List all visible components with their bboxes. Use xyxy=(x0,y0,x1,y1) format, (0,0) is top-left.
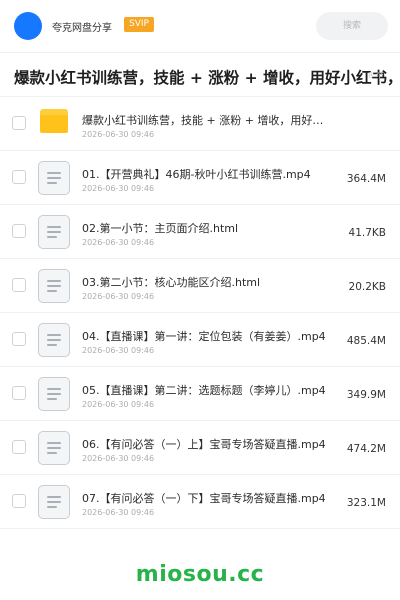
document-icon xyxy=(38,377,70,411)
file-row[interactable]: 03.第二小节：核心功能区介绍.html 2026-06-30 09:46 20.2… xyxy=(0,259,400,313)
page-title: 爆款小红书训练营，技能 + 涨粉 + 增收，用好小红书，做你 xyxy=(14,69,400,87)
file-size: 349.9M xyxy=(346,389,386,401)
file-size: 364.4M xyxy=(346,173,386,185)
file-date: 2026-06-30 09:46 xyxy=(82,400,155,409)
document-icon xyxy=(38,323,70,357)
folder-icon xyxy=(40,109,68,133)
file-name[interactable]: 05.【直播课】第二讲：选题标题（李婷儿）.mp4 xyxy=(82,382,332,398)
file-name[interactable]: 爆款小红书训练营，技能 + 涨粉 + 增收，用好小… xyxy=(82,112,332,128)
file-date: 2026-06-30 09:46 xyxy=(82,292,155,301)
file-name[interactable]: 04.【直播课】第一讲：定位包装（有姜姜）.mp4 xyxy=(82,328,332,344)
file-list: 爆款小红书训练营，技能 + 涨粉 + 增收，用好小… 2026-06-30 09:… xyxy=(0,97,400,529)
document-icon xyxy=(38,485,70,519)
select-checkbox[interactable] xyxy=(12,278,26,292)
file-name[interactable]: 02.第一小节：主页面介绍.html xyxy=(82,220,332,236)
select-checkbox[interactable] xyxy=(12,494,26,508)
select-checkbox[interactable] xyxy=(12,440,26,454)
select-checkbox[interactable] xyxy=(12,170,26,184)
select-checkbox[interactable] xyxy=(12,386,26,400)
file-row[interactable]: 02.第一小节：主页面介绍.html 2026-06-30 09:46 41.7KB xyxy=(0,205,400,259)
share-header: 夸克网盘分享 SVIP 搜索 xyxy=(0,0,400,52)
file-name[interactable]: 06.【有问必答（一）上】宝哥专场答疑直播.mp4 xyxy=(82,436,332,452)
document-icon xyxy=(38,215,70,249)
file-date: 2026-06-30 09:46 xyxy=(82,238,155,247)
file-size: 323.1M xyxy=(346,497,386,509)
select-checkbox[interactable] xyxy=(12,116,26,130)
file-name[interactable]: 03.第二小节：核心功能区介绍.html xyxy=(82,274,332,290)
title-bar: 爆款小红书训练营，技能 + 涨粉 + 增收，用好小红书，做你 8 个 xyxy=(0,52,400,97)
file-name[interactable]: 07.【有问必答（一）下】宝哥专场答疑直播.mp4 xyxy=(82,490,332,506)
file-date: 2026-06-30 09:46 xyxy=(82,508,155,517)
item-count: 8 个 xyxy=(368,71,384,80)
file-row[interactable]: 04.【直播课】第一讲：定位包装（有姜姜）.mp4 2026-06-30 09:4… xyxy=(0,313,400,367)
file-size: 41.7KB xyxy=(348,227,386,239)
document-icon xyxy=(38,161,70,195)
file-size: 485.4M xyxy=(346,335,386,347)
select-checkbox[interactable] xyxy=(12,224,26,238)
document-icon xyxy=(38,269,70,303)
file-date: 2026-06-30 09:46 xyxy=(82,346,155,355)
file-row[interactable]: 07.【有问必答（一）下】宝哥专场答疑直播.mp4 2026-06-30 09:4… xyxy=(0,475,400,529)
file-date: 2026-06-30 09:46 xyxy=(82,454,155,463)
file-date: 2026-06-30 09:46 xyxy=(82,130,155,139)
file-row[interactable]: 05.【直播课】第二讲：选题标题（李婷儿）.mp4 2026-06-30 09:4… xyxy=(0,367,400,421)
svip-badge: SVIP xyxy=(124,17,154,32)
avatar[interactable] xyxy=(14,12,42,40)
file-row[interactable]: 06.【有问必答（一）上】宝哥专场答疑直播.mp4 2026-06-30 09:4… xyxy=(0,421,400,475)
share-name: 夸克网盘分享 xyxy=(52,23,112,34)
watermark: miosou.cc xyxy=(135,562,265,587)
file-size: 20.2KB xyxy=(348,281,386,293)
folder-row[interactable]: 爆款小红书训练营，技能 + 涨粉 + 增收，用好小… 2026-06-30 09:… xyxy=(0,97,400,151)
file-row[interactable]: 01.【开营典礼】46期-秋叶小红书训练营.mp4 2026-06-30 09:4… xyxy=(0,151,400,205)
search-button[interactable]: 搜索 xyxy=(316,12,388,40)
document-icon xyxy=(38,431,70,465)
file-size: 474.2M xyxy=(346,443,386,455)
file-name[interactable]: 01.【开营典礼】46期-秋叶小红书训练营.mp4 xyxy=(82,166,332,182)
file-date: 2026-06-30 09:46 xyxy=(82,184,155,193)
select-checkbox[interactable] xyxy=(12,332,26,346)
